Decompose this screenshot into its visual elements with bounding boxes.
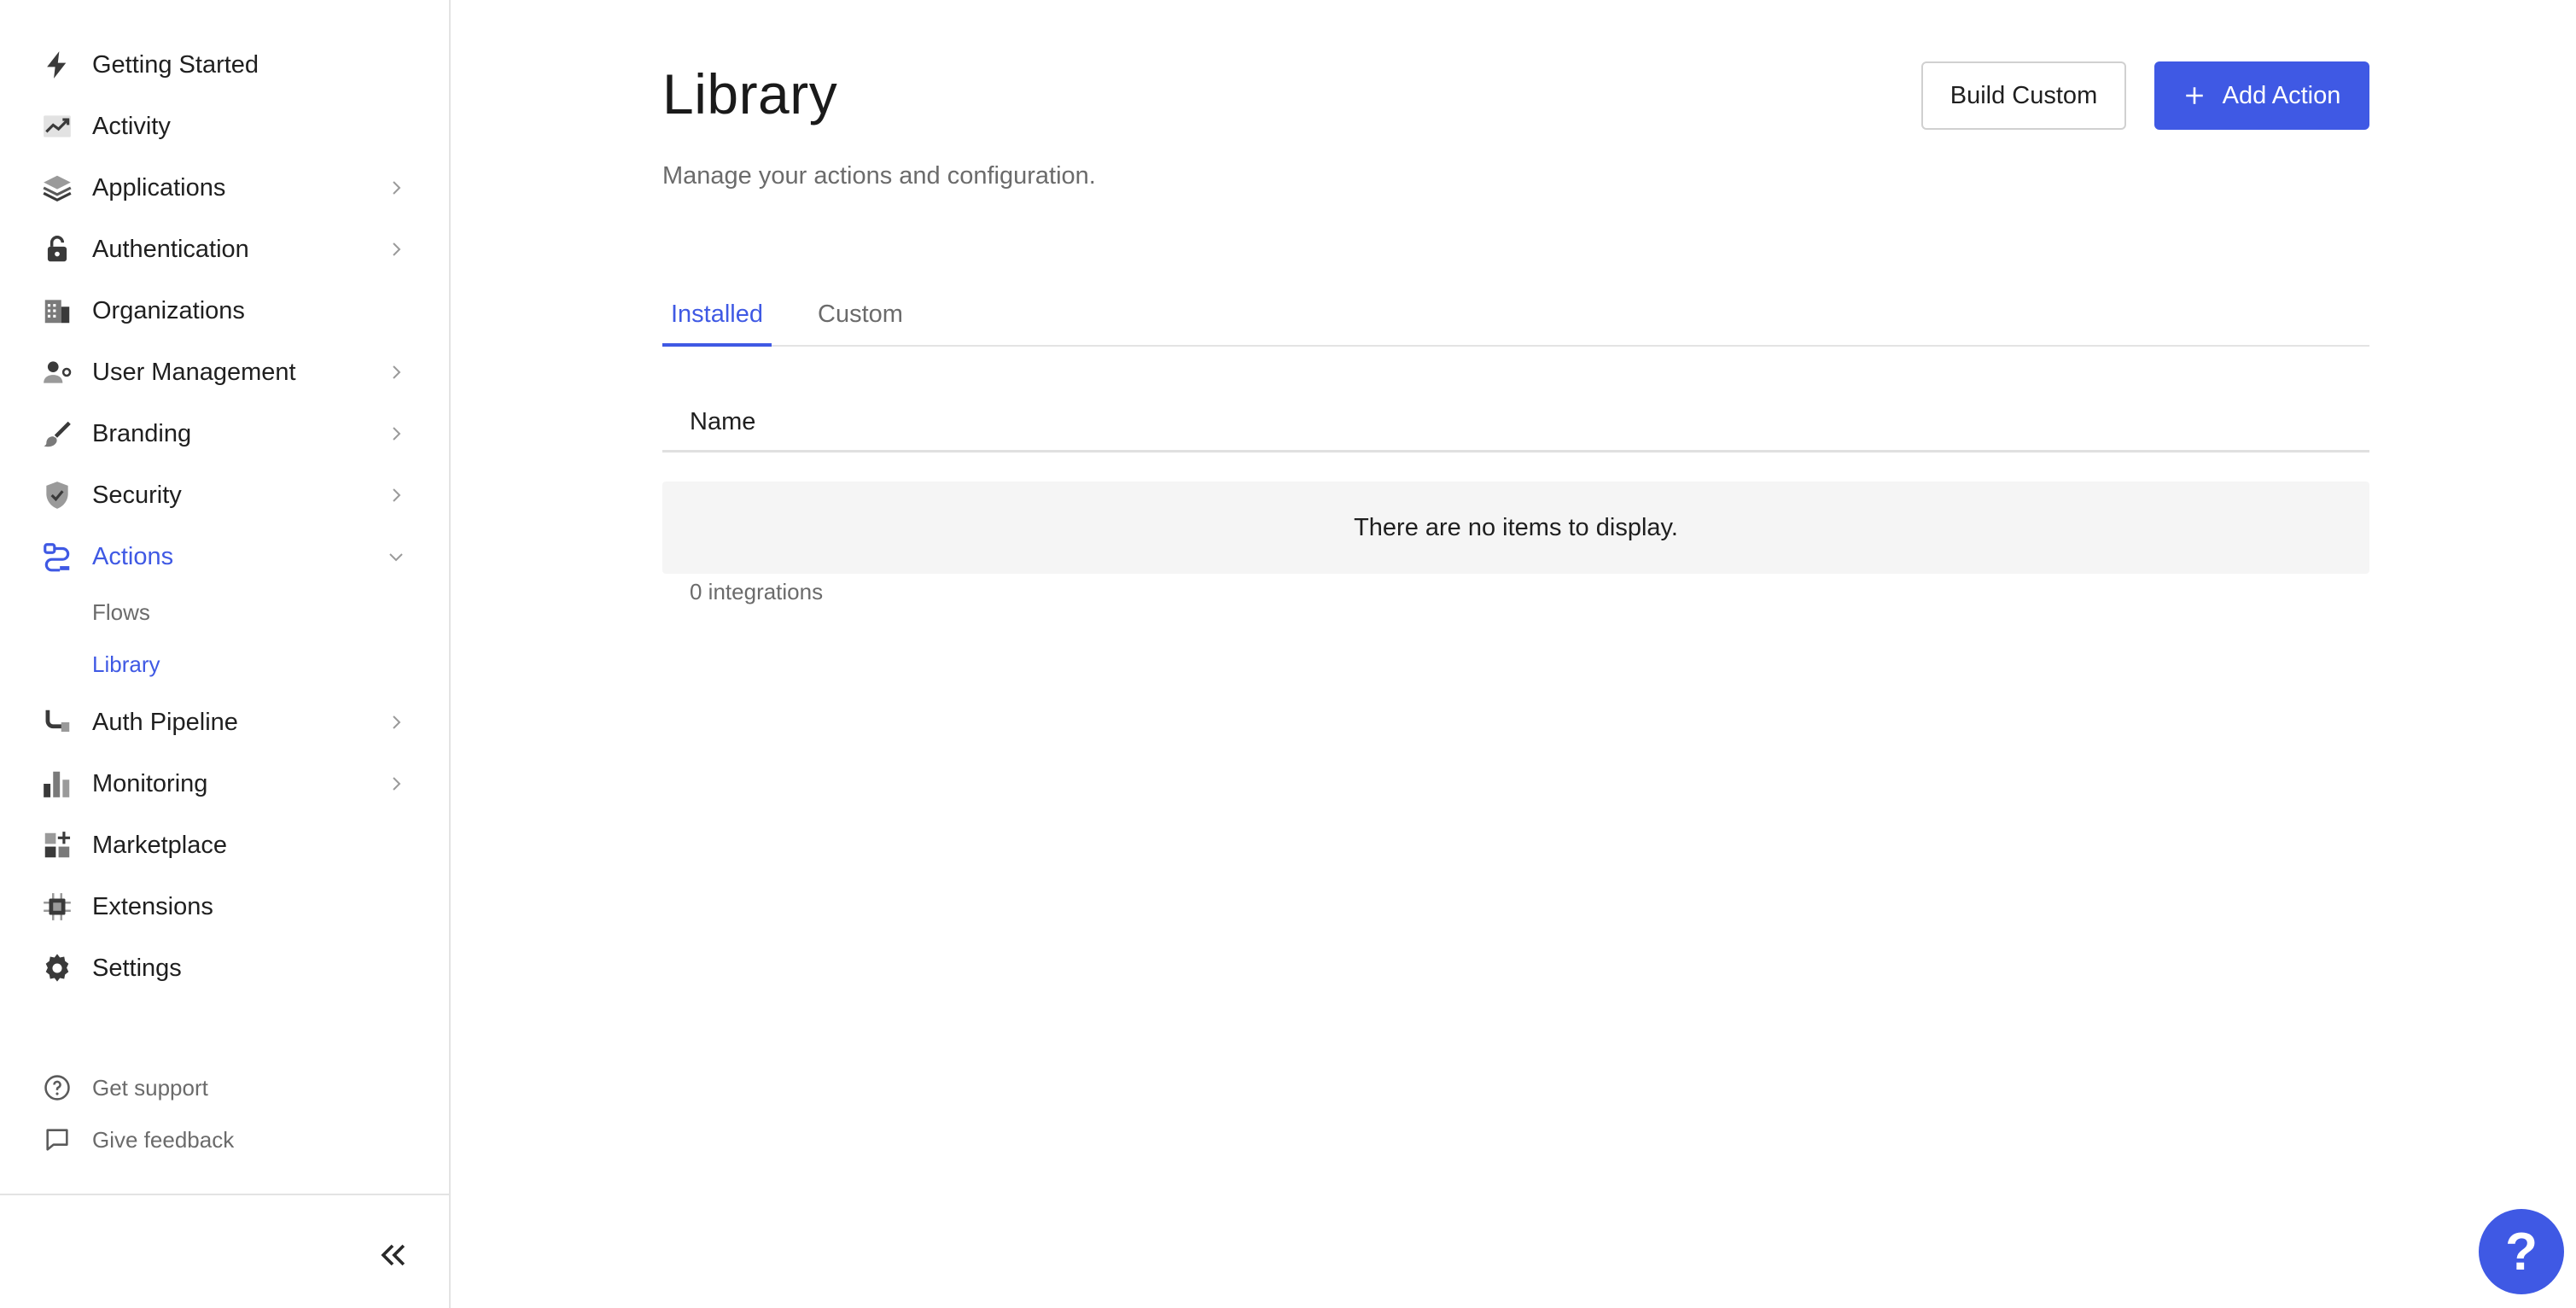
sidebar-item-label: Settings: [92, 954, 182, 982]
sidebar-item-authentication[interactable]: Authentication: [0, 222, 449, 277]
add-action-label: Add Action: [2222, 81, 2341, 109]
shield-icon: [41, 479, 73, 511]
actions-flow-icon: [41, 540, 73, 573]
sidebar-item-settings[interactable]: Settings: [0, 941, 449, 996]
sidebar-item-extensions[interactable]: Extensions: [0, 879, 449, 934]
tab-installed[interactable]: Installed: [662, 282, 772, 347]
sidebar-item-label: Marketplace: [92, 831, 227, 859]
sidebar-item-label: Activity: [92, 112, 171, 140]
pipeline-icon: [41, 706, 73, 739]
sidebar-footer-give-feedback[interactable]: Give feedback: [0, 1119, 449, 1160]
sidebar-subitem-library[interactable]: Library: [92, 651, 160, 678]
page-title: Library: [662, 62, 838, 126]
bar-chart-icon: [41, 768, 73, 800]
sidebar-item-label: Applications: [92, 173, 226, 201]
chevron-right-icon: [393, 715, 401, 729]
sidebar-item-label: Extensions: [92, 892, 213, 920]
page-subtitle: Manage your actions and configuration.: [662, 162, 1096, 190]
sidebar-item-monitoring[interactable]: Monitoring: [0, 756, 449, 811]
sidebar-item-label: Monitoring: [92, 769, 208, 797]
sidebar-item-label: Getting Started: [92, 50, 259, 79]
plus-icon: [2185, 87, 2203, 104]
tab-custom[interactable]: Custom: [813, 282, 908, 347]
chevron-right-icon: [393, 181, 401, 195]
sidebar-item-label: User Management: [92, 358, 296, 386]
chat-bubble-icon: [46, 1129, 68, 1151]
layers-icon: [41, 172, 73, 204]
sidebar-item-activity[interactable]: Activity: [0, 99, 449, 154]
chevron-right-icon: [393, 427, 401, 441]
sidebar-subitem-flows[interactable]: Flows: [92, 599, 150, 626]
question-circle-icon: [44, 1075, 70, 1101]
sidebar-divider: [0, 1194, 449, 1195]
sidebar-footer-label: Get support: [92, 1074, 208, 1101]
build-custom-button[interactable]: Build Custom: [1921, 61, 2126, 130]
integrations-count: 0 integrations: [690, 579, 824, 604]
activity-chart-icon: [41, 110, 73, 143]
tab-label: Custom: [818, 300, 903, 328]
tabs-divider: [662, 345, 2369, 347]
collapse-sidebar-icon[interactable]: [374, 1236, 411, 1274]
brush-icon: [41, 418, 73, 450]
sidebar-item-label: Auth Pipeline: [92, 708, 238, 736]
build-custom-label: Build Custom: [1949, 81, 2098, 109]
sidebar: Getting Started Activity Applications Au…: [0, 0, 451, 1308]
sidebar-item-label: Branding: [92, 419, 192, 447]
main-content: Library Manage your actions and configur…: [451, 0, 2576, 1308]
empty-state-message: There are no items to display.: [1354, 513, 1678, 541]
tab-active-indicator: [662, 343, 772, 347]
sidebar-item-actions[interactable]: Actions: [0, 529, 449, 584]
sidebar-item-label: Actions: [92, 542, 174, 570]
chevron-right-icon: [393, 488, 401, 502]
lightning-icon: [41, 49, 73, 81]
gear-icon: [41, 952, 73, 984]
empty-state-row: There are no items to display.: [662, 482, 2369, 574]
lock-icon: [41, 233, 73, 266]
sidebar-item-organizations[interactable]: Organizations: [0, 283, 449, 338]
help-question-icon: ?: [2505, 1222, 2538, 1282]
sidebar-footer-get-support[interactable]: Get support: [0, 1067, 449, 1108]
sidebar-item-branding[interactable]: Branding: [0, 406, 449, 461]
chevron-right-icon: [393, 777, 401, 791]
sidebar-item-label: Security: [92, 481, 182, 509]
sidebar-item-label: Organizations: [92, 296, 245, 324]
sidebar-footer-label: Give feedback: [92, 1126, 235, 1153]
tab-label: Installed: [670, 300, 763, 328]
building-icon: [41, 295, 73, 327]
help-button[interactable]: ?: [2479, 1209, 2564, 1294]
table-header: Name: [662, 389, 2369, 453]
chevron-right-icon: [393, 365, 401, 379]
sidebar-item-applications[interactable]: Applications: [0, 161, 449, 215]
add-action-button[interactable]: Add Action: [2154, 61, 2369, 130]
column-header-name[interactable]: Name: [690, 408, 755, 436]
sidebar-item-auth-pipeline[interactable]: Auth Pipeline: [0, 695, 449, 750]
chip-icon: [41, 890, 73, 923]
chevron-down-icon: [389, 553, 403, 562]
sidebar-item-marketplace[interactable]: Marketplace: [0, 818, 449, 873]
grid-plus-icon: [41, 829, 73, 861]
sidebar-item-getting-started[interactable]: Getting Started: [0, 38, 449, 92]
sidebar-item-user-management[interactable]: User Management: [0, 345, 449, 400]
tabs: Installed Custom: [662, 282, 2369, 347]
chevron-right-icon: [393, 242, 401, 256]
sidebar-item-security[interactable]: Security: [0, 468, 449, 523]
user-icon: [41, 356, 73, 388]
sidebar-item-label: Authentication: [92, 235, 249, 263]
